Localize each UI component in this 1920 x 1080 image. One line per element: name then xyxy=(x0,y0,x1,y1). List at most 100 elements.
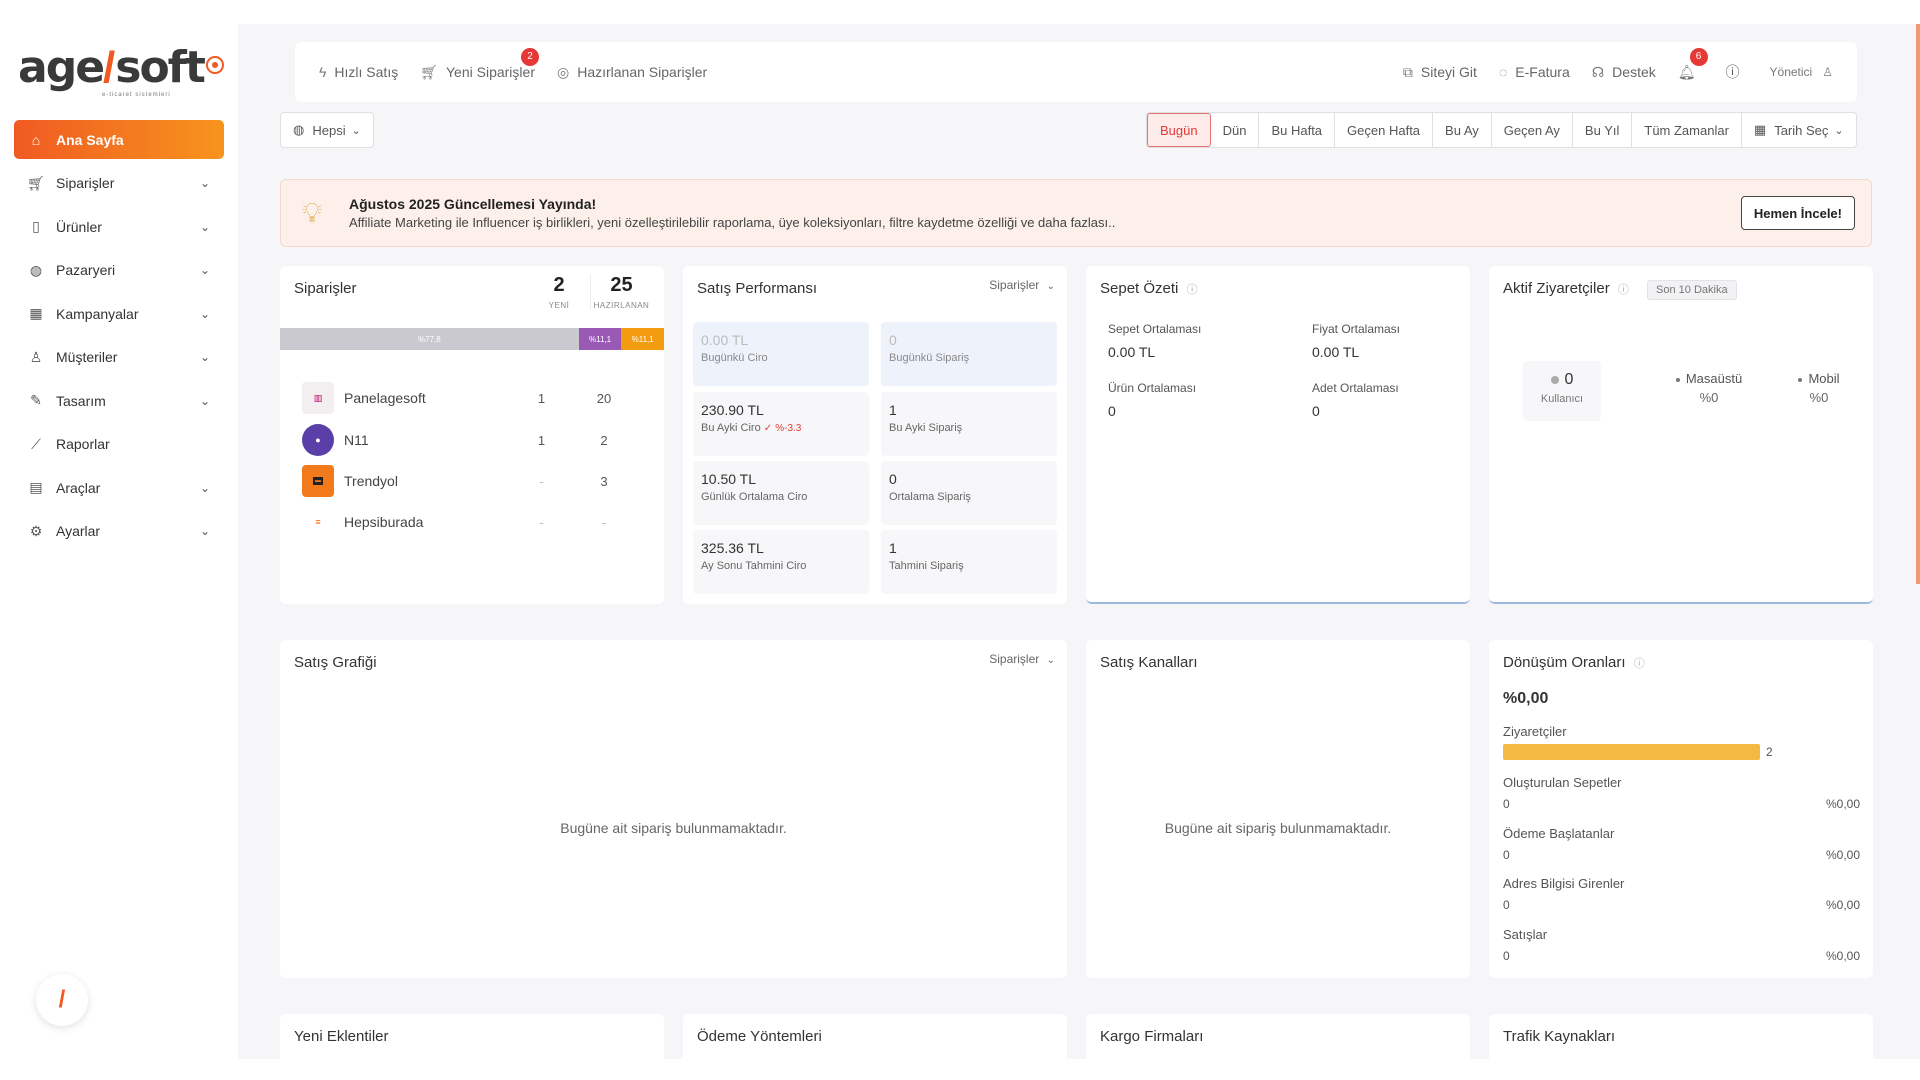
app-root: age / soft e-ticaret sistemleri ⌂ Ana Sayf… xyxy=(0,24,1920,1074)
date-filter-bu-ay[interactable]: Bu Ay xyxy=(1433,113,1492,147)
stat-month-orders: 1 Bu Ayki Sipariş xyxy=(881,392,1057,456)
support-link[interactable]: ☊ Destek xyxy=(1592,64,1656,81)
notifications-button[interactable]: 🔔︎ 6 xyxy=(1678,47,1708,81)
marketplace-row[interactable]: ▬ Trendyol - 3 xyxy=(302,465,652,497)
sidebar-item-ayarlar[interactable]: ⚙ Ayarlar ⌄ xyxy=(14,512,224,551)
sales-chart-dropdown[interactable]: Siparişler ⌄ xyxy=(989,652,1055,666)
new-orders-link[interactable]: 🛒︎ Yeni Siparişler 2 xyxy=(420,47,539,81)
quick-sale-link[interactable]: ϟ Hızlı Satış xyxy=(319,64,398,80)
go-site-label: Siteyi Git xyxy=(1420,64,1477,80)
external-link-icon: ⧉ xyxy=(1402,63,1413,80)
stat-value: 0.00 TL xyxy=(701,332,749,348)
basket-item-label: Adet Ortalaması xyxy=(1312,381,1399,395)
desktop-label-row: Masaüstü xyxy=(1669,371,1749,386)
orders-card: Siparişler 2 YENİ 25 HAZIRLANAN %77,8 %1… xyxy=(280,266,664,604)
mobile-value: %0 xyxy=(1809,390,1829,405)
help-icon[interactable]: ⓘ xyxy=(1618,284,1629,296)
orders-progress-bar: %77,8 %11,1 %11,1 xyxy=(280,328,664,350)
active-visitors-card: Aktif Ziyaretçiler ⓘ Son 10 Dakika 0 Kul… xyxy=(1489,266,1873,604)
conversion-row: Oluşturulan Sepetler 0 %0,00 xyxy=(1503,775,1860,811)
home-icon: ⌂ xyxy=(31,131,41,148)
sidebar-item-ana-sayfa[interactable]: ⌂ Ana Sayfa xyxy=(14,120,224,159)
orders-summary: 2 YENİ 25 HAZIRLANAN xyxy=(528,274,652,310)
sidebar-item-pazaryeri[interactable]: ◍ Pazaryeri ⌄ xyxy=(14,251,224,290)
date-filter-gecen-hafta[interactable]: Geçen Hafta xyxy=(1335,113,1434,147)
marketplace-name: Panelagesoft xyxy=(344,390,426,406)
gear-icon: ⚙ xyxy=(29,522,43,539)
dropdown-label: Siparişler xyxy=(989,652,1040,666)
page-scrollbar[interactable] xyxy=(1916,24,1920,584)
quantity-avg: Adet Ortalaması 0 xyxy=(1312,381,1512,419)
sidebar-item-musteriler[interactable]: ♙ Müşteriler ⌄ xyxy=(14,338,224,377)
mobile-share: Mobil %0 xyxy=(1779,371,1859,405)
sidebar-item-siparisler[interactable]: 🛒︎ Siparişler ⌄ xyxy=(14,164,224,203)
online-users-label: Kullanıcı xyxy=(1540,393,1584,405)
online-users-count: 0 xyxy=(1564,371,1574,388)
notifications-badge: 6 xyxy=(1689,47,1708,66)
help-icon[interactable]: ⓘ xyxy=(1187,284,1198,296)
date-filter-bugun[interactable]: Bugün xyxy=(1147,113,1211,147)
topbar: ϟ Hızlı Satış 🛒︎ Yeni Siparişler 2 ◎ Haz… xyxy=(295,42,1857,102)
brand-slash-button[interactable]: / xyxy=(36,974,88,1026)
sidebar-item-araclar[interactable]: ▤ Araçlar ⌄ xyxy=(14,468,224,507)
info-button[interactable]: ⓘ xyxy=(1726,62,1748,82)
date-filter-gecen-ay[interactable]: Geçen Ay xyxy=(1492,113,1573,147)
conversion-row: Satışlar 0 %0,00 xyxy=(1503,927,1860,963)
stat-value: 1 xyxy=(889,540,897,556)
chevron-down-icon: ⌄ xyxy=(199,480,210,495)
stat-label: Ortalama Sipariş xyxy=(889,491,971,503)
basket-summary-title: Sepet Özeti xyxy=(1100,280,1179,297)
date-picker-button[interactable]: ▦ Tarih Seç ⌄ xyxy=(1742,113,1856,147)
cargo-companies-card: Kargo Firmaları xyxy=(1086,1014,1470,1074)
online-users-row: 0 xyxy=(1523,371,1601,389)
online-users-box: 0 Kullanıcı xyxy=(1523,361,1601,421)
conversion-row-label: Ödeme Başlatanlar xyxy=(1503,826,1615,841)
logo-part2: soft xyxy=(115,42,206,93)
orders-prepared-count: 25 xyxy=(610,274,633,296)
stat-value: 325.36 TL xyxy=(701,540,764,556)
lightbulb-icon: 💡︎ xyxy=(302,196,322,228)
user-menu[interactable]: Yönetici ♙ xyxy=(1770,65,1833,79)
sidebar-toggle-icon[interactable] xyxy=(206,56,224,74)
logo[interactable]: age / soft e-ticaret sistemleri xyxy=(18,42,206,98)
cart-icon: 🛒︎ xyxy=(27,174,45,191)
conversion-rates-card: Dönüşüm Oranları ⓘ %0,00 Ziyaretçiler 2 … xyxy=(1489,640,1873,978)
prepared-orders-link[interactable]: ◎ Hazırlanan Siparişler xyxy=(557,64,707,81)
user-icon: ♙ xyxy=(29,348,43,365)
marketplace-row[interactable]: ● N11 1 2 xyxy=(302,424,652,456)
go-site-link[interactable]: ⧉ Siteyi Git xyxy=(1403,64,1477,81)
marketplace-row[interactable]: ≡ Hepsiburada - - xyxy=(302,506,652,538)
marketplace-row[interactable]: ▥ Panelagesoft 1 20 xyxy=(302,382,652,414)
active-visitors-title-row: Aktif Ziyaretçiler ⓘ Son 10 Dakika xyxy=(1503,280,1737,300)
e-invoice-link[interactable]: ◌ E-Fatura xyxy=(1499,64,1570,80)
date-filter-tum-zamanlar[interactable]: Tüm Zamanlar xyxy=(1632,113,1742,147)
chevron-down-icon: ⌄ xyxy=(1046,655,1055,666)
help-icon[interactable]: ⓘ xyxy=(1634,658,1645,670)
sidebar-item-raporlar[interactable]: ⟋ Raporlar xyxy=(14,425,224,464)
marketplace-name: Hepsiburada xyxy=(344,514,424,530)
stat-value: 230.90 TL xyxy=(701,402,764,418)
marketplace-name: Trendyol xyxy=(344,473,398,489)
status-dot xyxy=(1550,375,1559,384)
sidebar-item-tasarim[interactable]: ✎ Tasarım ⌄ xyxy=(14,381,224,420)
progress-segment-purple: %11,1 xyxy=(578,328,622,350)
date-filter-bu-hafta[interactable]: Bu Hafta xyxy=(1259,113,1336,147)
scope-select[interactable]: ◍ Hepsi ⌄ xyxy=(280,112,374,148)
chevron-down-icon: ⌄ xyxy=(199,263,210,277)
chevron-down-icon: ⌄ xyxy=(199,393,210,408)
clipboard-icon: ▤ xyxy=(29,479,43,495)
orders-new-count: 2 xyxy=(553,274,565,296)
sales-performance-dropdown[interactable]: Siparişler ⌄ xyxy=(989,278,1055,292)
invoice-icon: ◌ xyxy=(1498,64,1508,80)
basket-item-value: 0 xyxy=(1108,403,1116,419)
chevron-down-icon: ⌄ xyxy=(1834,124,1844,137)
date-filter-dun[interactable]: Dün xyxy=(1211,113,1260,147)
announcement-button[interactable]: Hemen İncele! xyxy=(1740,196,1855,230)
sidebar-item-label: Ürünler xyxy=(56,218,102,235)
traffic-sources-card: Trafik Kaynakları xyxy=(1489,1014,1873,1074)
calendar-icon: ▦ xyxy=(29,305,43,321)
stat-month-revenue: 230.90 TL Bu Ayki Ciro ✓ %-3.3 xyxy=(693,392,869,456)
date-filter-bu-yil[interactable]: Bu Yıl xyxy=(1573,113,1633,147)
sidebar-item-urunler[interactable]: ▯ Ürünler ⌄ xyxy=(14,207,224,246)
sidebar-item-kampanyalar[interactable]: ▦ Kampanyalar ⌄ xyxy=(14,294,224,333)
